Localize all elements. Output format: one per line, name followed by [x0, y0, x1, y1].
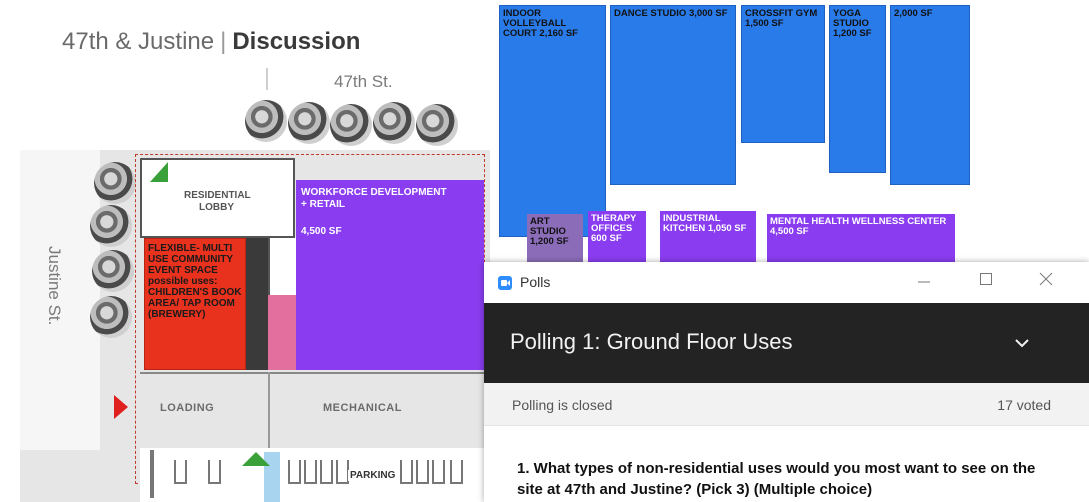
block-mental-health: MENTAL HEALTH WELLNESS CENTER 4,500 SF: [767, 214, 955, 262]
tree-icon: [245, 100, 287, 142]
block-crossfit: CROSSFIT GYM 1,500 SF: [741, 5, 825, 143]
residential-label: RESIDENTIAL: [184, 190, 251, 201]
block-industrial-kitchen: INDUSTRIAL KITCHEN 1,050 SF: [660, 211, 756, 262]
parking-stall: [320, 460, 333, 484]
poll-title: Polling 1: Ground Floor Uses: [510, 329, 793, 354]
entry-arrow-icon: [150, 162, 168, 182]
parking-label: PARKING: [348, 470, 398, 481]
dark-core: [246, 238, 268, 370]
slide-panel: 47th & Justine | Discussion 47th St. Justi…: [0, 0, 490, 502]
poll-question: 1. What types of non-residential uses wo…: [517, 460, 1036, 498]
zoom-camera-icon: [498, 276, 512, 290]
poll-status-bar: Polling is closed 17 voted: [484, 383, 1089, 426]
loading-label: LOADING: [160, 402, 215, 414]
block-art-studio: ART STUDIO 1,200 SF: [527, 214, 583, 262]
parking-stall: [304, 460, 317, 484]
parking-edge: [150, 450, 154, 498]
parking-stall: [450, 460, 463, 484]
tree-icon: [92, 250, 134, 292]
street-label-left: Justine St.: [45, 246, 64, 326]
tree-icon: [373, 102, 415, 144]
mechanical-divider: [268, 372, 270, 452]
parking-stall: [288, 460, 301, 484]
tree-icon: [288, 102, 330, 144]
workforce-label-2: + RETAIL: [301, 199, 345, 210]
parking-stall: [174, 460, 187, 484]
close-icon: [1039, 272, 1053, 286]
chevron-down-icon: [1015, 339, 1029, 348]
parking-stall: [432, 460, 445, 484]
vote-count: 17 voted: [997, 397, 1051, 413]
ground-divider: [140, 372, 485, 374]
street-label-top: 47th St.: [334, 72, 393, 91]
close-button[interactable]: [1034, 270, 1058, 294]
parking-stall: [400, 460, 413, 484]
block-dance-studio: DANCE STUDIO 3,000 SF: [610, 5, 736, 185]
parking-entry-arrow-icon: [242, 452, 270, 466]
block-yoga: YOGA STUDIO 1,200 SF: [829, 5, 886, 173]
block-2000sf: 2,000 SF: [890, 5, 970, 185]
poll-selector-dropdown[interactable]: [1012, 333, 1032, 353]
parking-stall: [208, 460, 221, 484]
loading-arrow-icon: [114, 395, 128, 419]
title-prefix: 47th & Justine: [62, 28, 215, 55]
tree-icon: [94, 162, 136, 204]
block-volleyball: INDOOR VOLLEYBALL COURT 2,160 SF: [499, 5, 606, 237]
title-separator: |: [220, 28, 227, 55]
street-marker: [266, 68, 268, 90]
maximize-button[interactable]: [974, 270, 998, 294]
slide-title: 47th & Justine | Discussion: [62, 28, 360, 56]
mechanical-label: MECHANICAL: [323, 402, 402, 414]
tree-icon: [416, 104, 458, 146]
poll-status: Polling is closed: [512, 397, 613, 413]
flex-space-label: FLEXIBLE- MULTI USE COMMUNITY EVENT SPAC…: [148, 243, 242, 320]
title-bold: Discussion: [232, 28, 361, 55]
tree-icon: [330, 104, 372, 146]
polls-titlebar[interactable]: Polls: [484, 262, 1089, 303]
maximize-icon: [980, 273, 992, 285]
block-therapy: THERAPY OFFICES 600 SF: [588, 211, 646, 262]
pink-core: [268, 295, 296, 370]
poll-header: Polling 1: Ground Floor Uses: [484, 303, 1089, 383]
tree-icon: [90, 296, 132, 338]
lobby-label: LOBBY: [199, 202, 234, 213]
minimize-button[interactable]: [912, 270, 936, 294]
parking-stall: [416, 460, 429, 484]
workforce-label: WORKFORCE DEVELOPMENT: [301, 187, 447, 198]
minimize-icon: [918, 281, 930, 283]
window-title: Polls: [520, 274, 551, 290]
polls-window[interactable]: Polls Polling 1: Ground Floor Uses Polli…: [484, 262, 1089, 502]
workforce-sf: 4,500 SF: [301, 226, 342, 237]
tree-icon: [90, 205, 132, 247]
